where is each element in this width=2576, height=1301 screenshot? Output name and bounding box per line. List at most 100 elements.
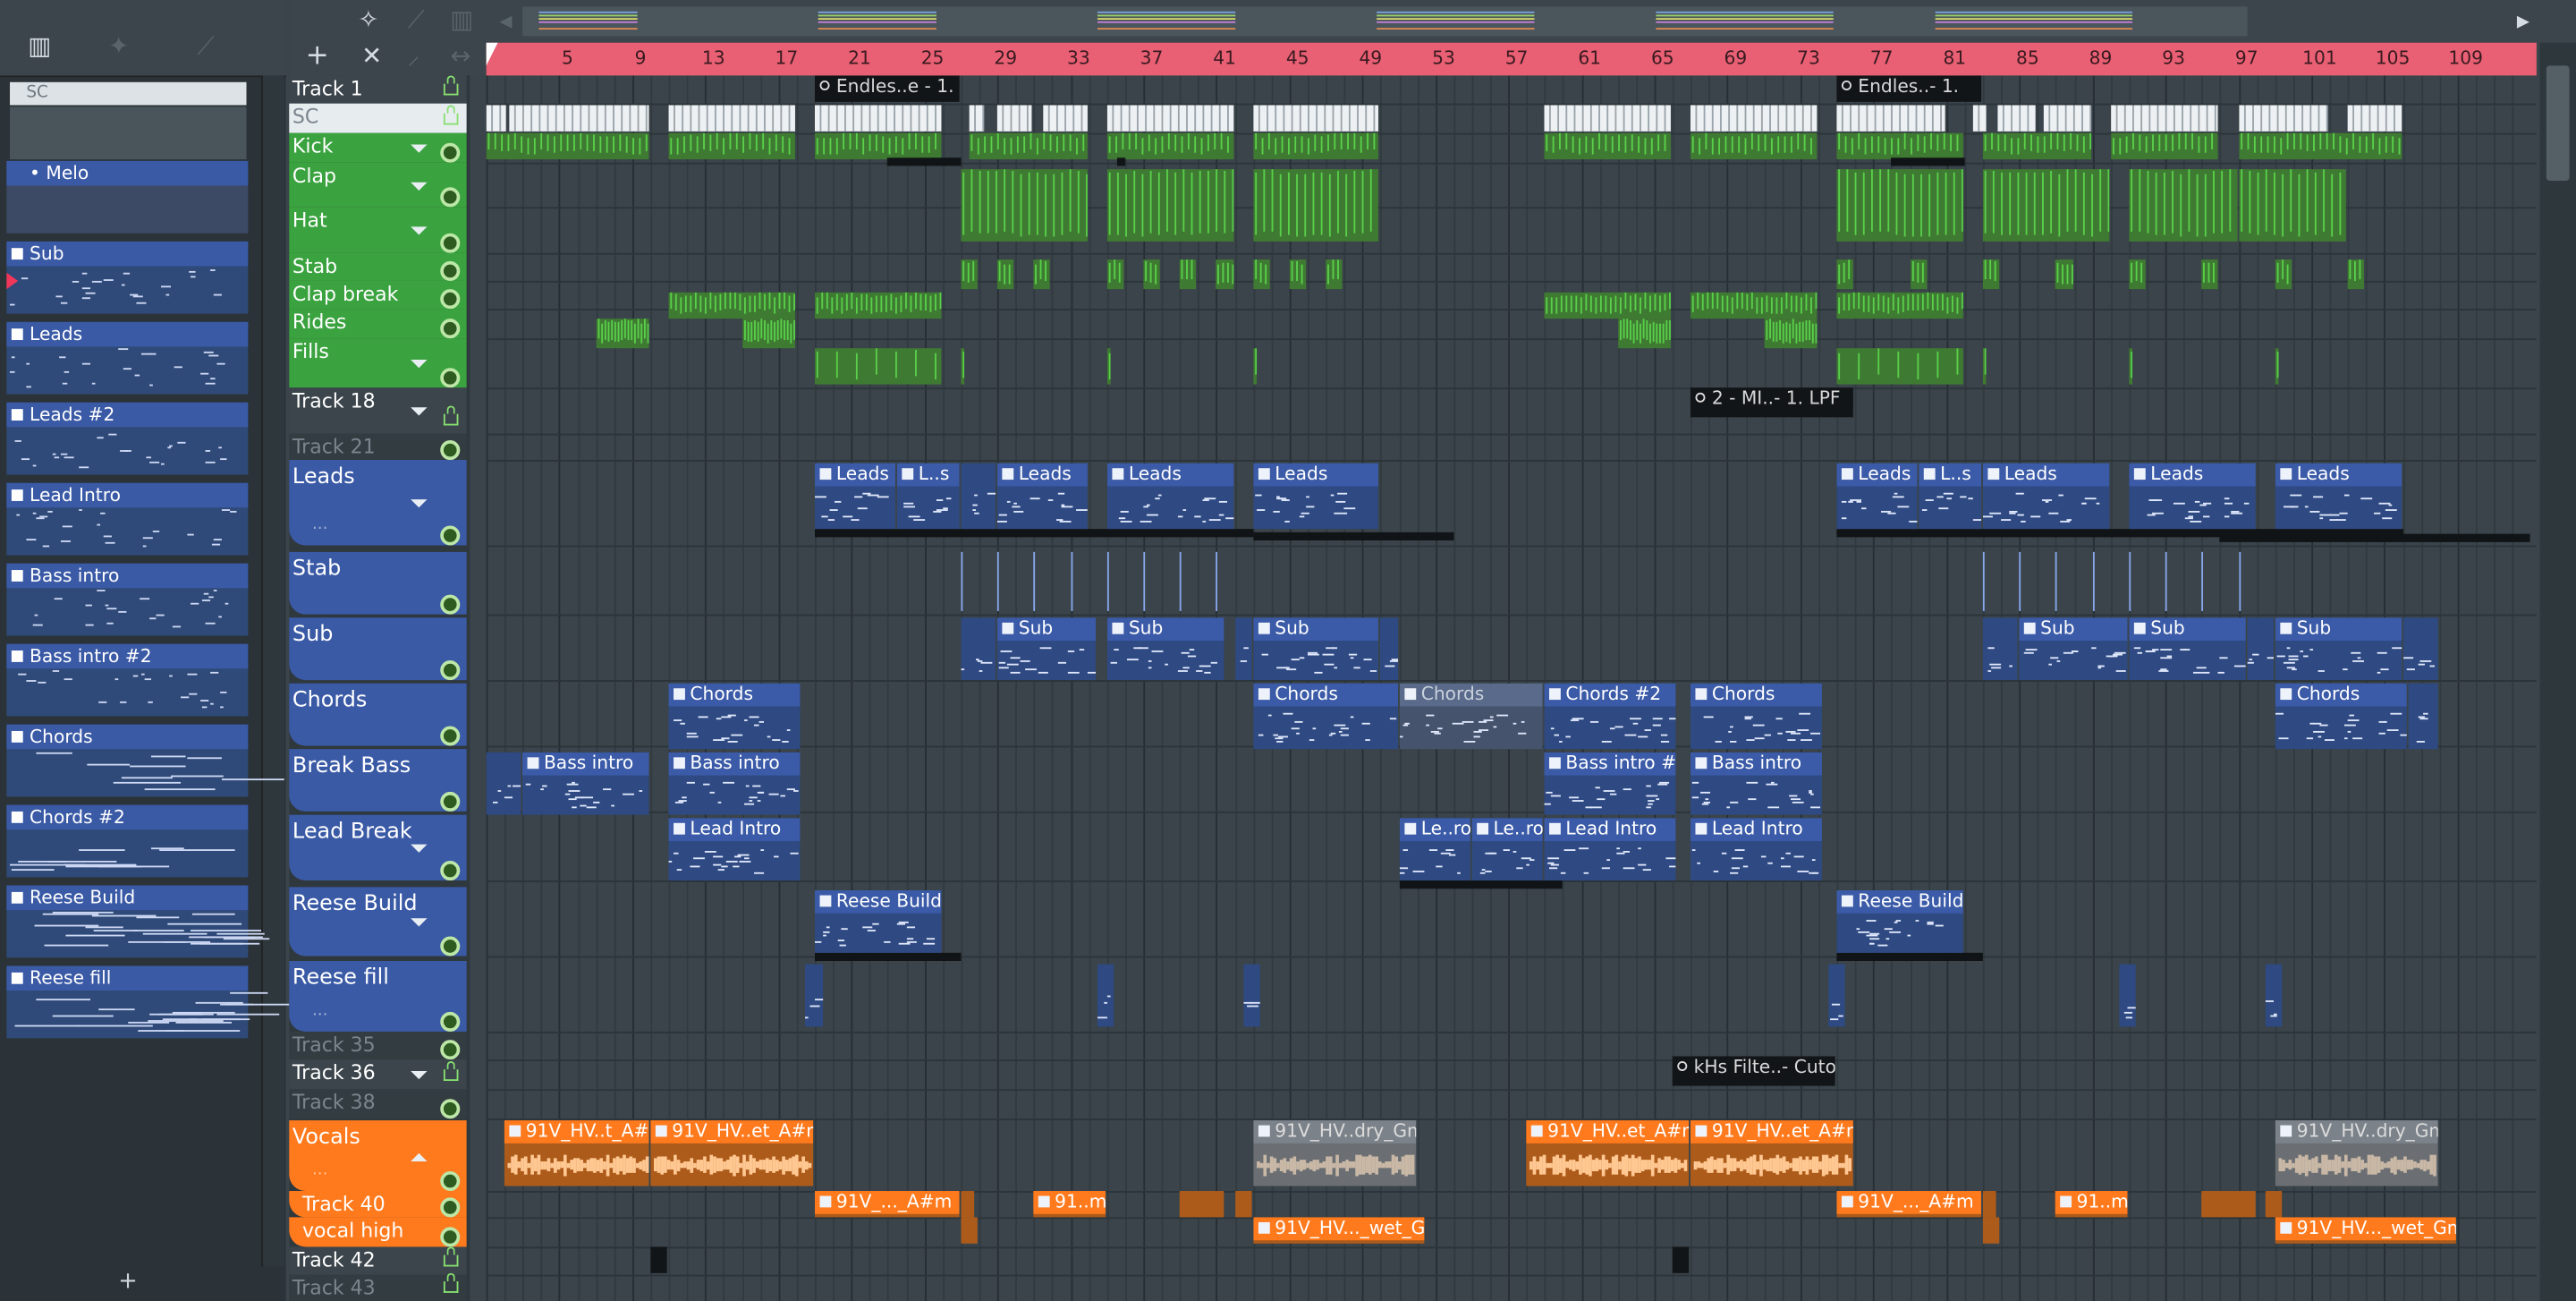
pattern-clip[interactable]: Chords #2 (1544, 683, 1676, 750)
sidechain-clip[interactable] (1043, 105, 1088, 132)
track-header[interactable]: Track 43 (289, 1272, 467, 1301)
pattern-clip[interactable] (2403, 617, 2438, 681)
drum-clip[interactable] (969, 132, 1088, 160)
pattern-clip[interactable] (2119, 964, 2136, 1027)
automation-clip[interactable]: kHs Filte..- Cutoff (1672, 1056, 1835, 1086)
audio-clip[interactable]: 91V_HV..dry_Gm (1253, 1120, 1417, 1186)
drum-clip[interactable] (1544, 292, 1671, 319)
pattern-item[interactable]: Chords (6, 724, 284, 797)
drum-clip[interactable] (1253, 348, 1258, 385)
pattern-clip[interactable]: Bass intro (1690, 752, 1822, 815)
pattern-item[interactable]: Bass intro (6, 563, 249, 636)
mute-indicator-icon[interactable] (440, 1197, 461, 1218)
drum-clip[interactable] (2111, 132, 2218, 160)
track-header[interactable]: Track 21 (289, 433, 467, 461)
mute-indicator-icon[interactable] (440, 594, 461, 615)
pattern-clip[interactable]: Leads (1106, 463, 1234, 530)
song-overview-scrollbar[interactable] (522, 6, 2248, 37)
pattern-clip[interactable]: Leads (1836, 463, 1918, 530)
audio-clip[interactable] (961, 1191, 975, 1218)
pattern-clip[interactable] (1828, 964, 1845, 1027)
pattern-clip[interactable]: Bass intro #2 (1544, 752, 1676, 815)
pattern-clip[interactable]: Le..ro (1471, 818, 1543, 881)
expand-arrow-icon[interactable] (411, 181, 428, 191)
drum-clip[interactable] (2129, 259, 2146, 290)
track-header[interactable]: Track 42 (289, 1246, 467, 1275)
pattern-clip[interactable] (1097, 964, 1114, 1027)
pattern-clip[interactable]: Leads (815, 463, 896, 530)
pattern-item[interactable]: Reese fill (6, 965, 294, 1039)
expand-arrow-icon[interactable] (411, 918, 428, 927)
vertical-scrollbar[interactable] (2539, 42, 2576, 1301)
drum-clip[interactable] (961, 259, 978, 290)
drum-clip[interactable] (1836, 259, 1853, 290)
drum-clip[interactable] (1033, 259, 1050, 290)
pattern-clip[interactable]: Sub (2019, 617, 2128, 681)
mute-indicator-icon[interactable] (440, 726, 461, 746)
track-header[interactable]: Rides (289, 309, 467, 339)
drum-clip[interactable] (2201, 259, 2218, 290)
pattern-clip[interactable] (486, 752, 521, 815)
pattern-clip[interactable]: Chords (668, 683, 801, 750)
drum-clip[interactable] (961, 169, 1088, 242)
drum-clip[interactable] (1179, 259, 1197, 290)
mute-indicator-icon[interactable] (440, 233, 461, 253)
drum-clip[interactable] (1544, 132, 1671, 160)
mute-indicator-icon[interactable] (440, 861, 461, 881)
mute-indicator-icon[interactable] (440, 936, 461, 957)
drum-clip[interactable] (1143, 259, 1160, 290)
pattern-item[interactable]: Reese Build (6, 885, 270, 958)
expand-arrow-icon[interactable] (411, 226, 428, 235)
pattern-item[interactable]: Leads (6, 321, 249, 395)
audio-clip[interactable]: 91V_HV..dry_Gm (2275, 1120, 2438, 1186)
audio-clip[interactable]: 91V_HV..._wet_Gm (1253, 1217, 1425, 1244)
expand-arrow-icon[interactable] (411, 1071, 428, 1080)
pattern-clip[interactable]: Bass intro (668, 752, 801, 815)
sidechain-clip[interactable] (1544, 105, 1671, 132)
audio-clip[interactable] (2265, 1191, 2283, 1218)
pattern-item[interactable]: Sub (6, 241, 249, 314)
pattern-clip[interactable] (2247, 617, 2274, 681)
pattern-clip[interactable]: L..s (1919, 463, 1982, 530)
track-header[interactable]: Fills (289, 338, 467, 388)
track-header[interactable]: Track 36 (289, 1059, 467, 1090)
drum-clip[interactable] (1289, 259, 1307, 290)
add-pattern-button[interactable]: + (118, 1268, 138, 1294)
pattern-clip[interactable]: Leads (2129, 463, 2256, 530)
drum-clip[interactable] (2275, 348, 2279, 385)
pattern-clip[interactable]: Bass intro (522, 752, 649, 815)
sidechain-clip[interactable] (815, 105, 942, 132)
lock-icon[interactable] (443, 1060, 459, 1082)
mute-indicator-icon[interactable] (440, 525, 461, 546)
drum-clip[interactable] (2129, 348, 2133, 385)
automation-icon[interactable]: ⟋ (197, 30, 214, 63)
sidechain-clip[interactable] (668, 105, 795, 132)
pattern-item[interactable]: • Melo (6, 160, 249, 234)
mute-indicator-icon[interactable] (440, 791, 461, 812)
pattern-clip[interactable] (961, 617, 996, 681)
waveform-view-icon[interactable]: ✧ (358, 4, 378, 37)
mute-indicator-icon[interactable] (440, 187, 461, 208)
sidechain-clip[interactable] (2347, 105, 2402, 132)
drum-clip[interactable] (2347, 259, 2365, 290)
expand-arrow-icon[interactable] (411, 499, 428, 508)
automation-clip[interactable] (650, 1246, 667, 1273)
scroll-right-button[interactable]: ▶ (2517, 6, 2529, 39)
track-header[interactable]: Reese Build (289, 887, 467, 957)
pattern-clip[interactable]: Chords (1690, 683, 1822, 750)
expand-arrow-icon[interactable] (411, 144, 428, 153)
mute-indicator-icon[interactable] (440, 440, 461, 461)
sidechain-clip[interactable] (969, 105, 985, 132)
audio-clip[interactable]: 91V_HV..et_A#m (1690, 1120, 1853, 1186)
pattern-clip[interactable]: Lead Intro (668, 818, 801, 881)
track-header[interactable]: Track 38 (289, 1089, 467, 1119)
mute-indicator-icon[interactable] (440, 319, 461, 339)
audio-clip[interactable]: 91V_HV..et_A#m (1526, 1120, 1690, 1186)
track-header[interactable]: Hat (289, 207, 467, 253)
audio-clip[interactable] (1179, 1191, 1224, 1218)
audio-clip[interactable] (961, 1217, 978, 1244)
pattern-clip[interactable] (1235, 617, 1252, 681)
pattern-item[interactable]: Leads #2 (6, 402, 249, 475)
lock-icon[interactable] (443, 1272, 459, 1293)
mute-indicator-icon[interactable] (440, 289, 461, 310)
